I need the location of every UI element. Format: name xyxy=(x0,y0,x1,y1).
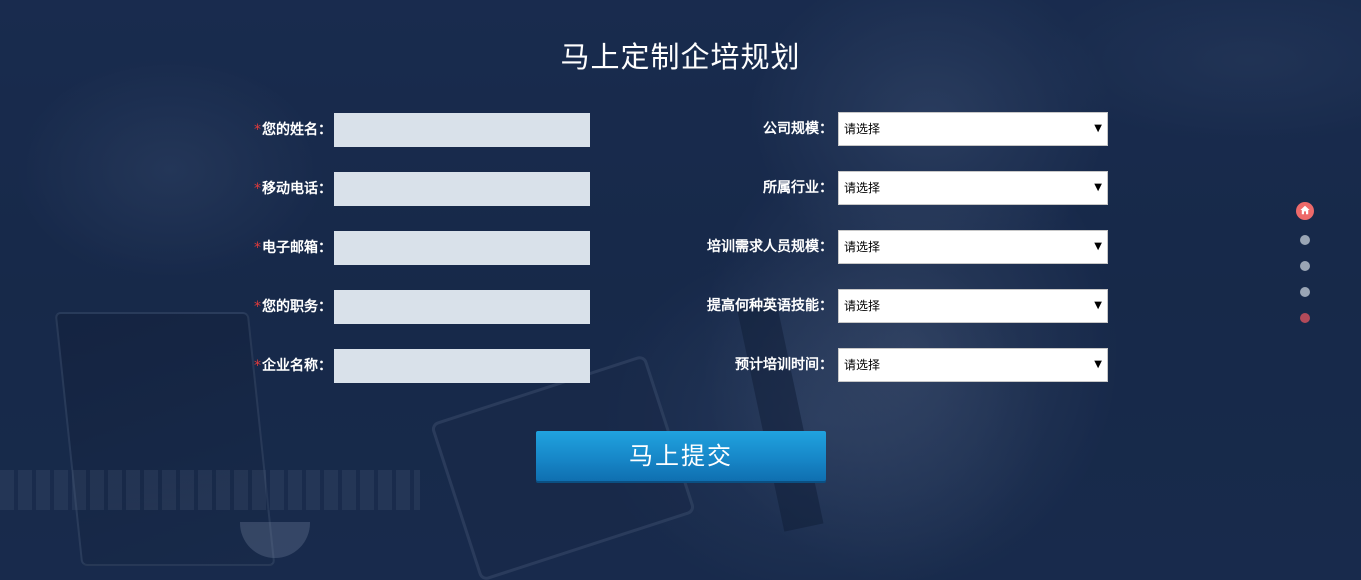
mobile-input[interactable] xyxy=(334,172,590,206)
training-time-label: 预计培训时间： xyxy=(735,357,833,373)
mobile-field-row: *移动电话： xyxy=(200,172,590,206)
submit-button[interactable]: 马上提交 xyxy=(536,431,826,481)
chevron-down-icon: ▼ xyxy=(1094,300,1102,311)
job-title-field-row: *您的职务： xyxy=(200,290,590,324)
chevron-down-icon: ▼ xyxy=(1094,359,1102,370)
name-label: *您的姓名： xyxy=(254,122,332,138)
industry-label: 所属行业： xyxy=(763,180,833,196)
job-title-input[interactable] xyxy=(334,290,590,324)
pager-dot-3[interactable] xyxy=(1300,261,1310,271)
trainee-count-field-row: 培训需求人员规模： 请选择 ▼ xyxy=(640,230,1108,264)
pager-dot-2[interactable] xyxy=(1300,235,1310,245)
chevron-down-icon: ▼ xyxy=(1094,241,1102,252)
training-time-select[interactable]: 请选择 ▼ xyxy=(838,348,1108,382)
email-field-row: *电子邮箱： xyxy=(200,231,590,265)
required-star: * xyxy=(254,122,261,138)
english-skill-select[interactable]: 请选择 ▼ xyxy=(838,289,1108,323)
trainee-count-selected: 请选择 xyxy=(844,240,881,254)
pager-dot-5[interactable] xyxy=(1300,313,1310,323)
industry-selected: 请选择 xyxy=(844,181,881,195)
company-size-selected: 请选择 xyxy=(844,122,881,136)
training-time-field-row: 预计培训时间： 请选择 ▼ xyxy=(640,348,1108,382)
trainee-count-label: 培训需求人员规模： xyxy=(707,239,833,255)
name-field-row: *您的姓名： xyxy=(200,113,590,147)
job-title-label: *您的职务： xyxy=(254,299,332,315)
company-name-field-row: *企业名称： xyxy=(200,349,590,383)
required-star: * xyxy=(254,240,261,256)
required-star: * xyxy=(254,181,261,197)
company-name-input[interactable] xyxy=(334,349,590,383)
industry-field-row: 所属行业： 请选择 ▼ xyxy=(640,171,1108,205)
mobile-label: *移动电话： xyxy=(254,181,332,197)
chevron-down-icon: ▼ xyxy=(1094,182,1102,193)
trainee-count-select[interactable]: 请选择 ▼ xyxy=(838,230,1108,264)
page-title: 马上定制企培规划 xyxy=(560,40,801,74)
company-size-field-row: 公司规模： 请选择 ▼ xyxy=(640,112,1108,146)
chevron-down-icon: ▼ xyxy=(1094,123,1102,134)
name-input[interactable] xyxy=(334,113,590,147)
english-skill-selected: 请选择 xyxy=(844,299,881,313)
company-size-select[interactable]: 请选择 ▼ xyxy=(838,112,1108,146)
industry-select[interactable]: 请选择 ▼ xyxy=(838,171,1108,205)
company-size-label: 公司规模： xyxy=(763,121,833,137)
english-skill-label: 提高何种英语技能： xyxy=(707,298,833,314)
english-skill-field-row: 提高何种英语技能： 请选择 ▼ xyxy=(640,289,1108,323)
home-icon xyxy=(1300,205,1310,215)
training-time-selected: 请选择 xyxy=(844,358,881,372)
pager-dot-4[interactable] xyxy=(1300,287,1310,297)
pager-item-home[interactable] xyxy=(1296,202,1314,220)
required-star: * xyxy=(254,299,261,315)
required-star: * xyxy=(254,358,261,374)
email-label: *电子邮箱： xyxy=(254,240,332,256)
company-name-label: *企业名称： xyxy=(254,358,332,374)
email-input[interactable] xyxy=(334,231,590,265)
